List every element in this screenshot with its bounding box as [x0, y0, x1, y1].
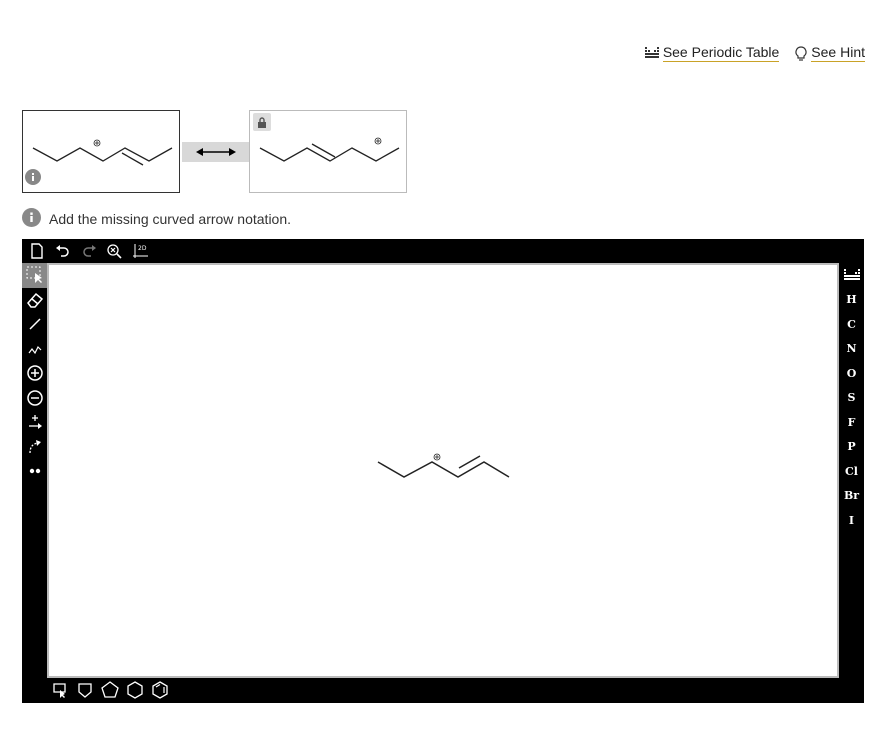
atom-s[interactable]: S — [839, 386, 864, 411]
redo-icon[interactable] — [79, 241, 99, 261]
lock-icon — [253, 113, 271, 131]
top-links: See Periodic Table See Hint — [644, 44, 865, 62]
resonance-structure-2 — [249, 110, 407, 193]
atom-o[interactable]: O — [839, 361, 864, 386]
undo-icon[interactable] — [53, 241, 73, 261]
double-headed-arrow-icon — [196, 148, 236, 156]
cyclopentane-icon[interactable] — [100, 680, 120, 700]
chain-icon[interactable] — [22, 337, 47, 362]
hint-link[interactable]: See Hint — [795, 44, 865, 62]
single-bond-icon[interactable] — [22, 312, 47, 337]
lone-pair-icon[interactable] — [22, 459, 47, 484]
atom-f[interactable]: F — [839, 410, 864, 435]
atom-n[interactable]: N — [839, 337, 864, 362]
atom-cl[interactable]: Cl — [839, 459, 864, 484]
editor-atom-toolbar: H C N O S F P Cl Br I — [839, 263, 864, 533]
periodic-table-icon — [644, 47, 659, 59]
editor-template-toolbar — [50, 679, 170, 701]
atom-c[interactable]: C — [839, 312, 864, 337]
positive-charge-icon[interactable] — [22, 361, 47, 386]
atom-br[interactable]: Br — [839, 484, 864, 509]
cyclobutane-icon[interactable] — [75, 680, 95, 700]
atom-i[interactable]: I — [839, 508, 864, 533]
periodic-table-label: See Periodic Table — [662, 44, 780, 62]
select-icon[interactable] — [22, 263, 47, 288]
molecule-drawing-2 — [259, 137, 400, 162]
svg-text:2D: 2D — [138, 245, 147, 252]
eraser-icon[interactable] — [22, 288, 47, 313]
canvas-molecule — [377, 453, 510, 478]
molecule-editor: 2D H C N O S F P Cl Br I — [22, 239, 864, 703]
drawing-canvas[interactable] — [47, 263, 839, 678]
curved-arrow-icon[interactable] — [22, 435, 47, 460]
editor-left-toolbar — [22, 263, 47, 484]
hint-label: See Hint — [811, 44, 865, 62]
info-icon — [22, 208, 41, 230]
new-document-icon[interactable] — [27, 241, 47, 261]
cyclohexane-icon[interactable] — [125, 680, 145, 700]
lightbulb-icon — [795, 45, 807, 61]
periodic-table-link[interactable]: See Periodic Table — [644, 44, 780, 62]
atom-h[interactable]: H — [839, 288, 864, 313]
resonance-structure-1[interactable] — [22, 110, 180, 193]
template-icon[interactable] — [50, 680, 70, 700]
instruction-text: Add the missing curved arrow notation. — [49, 211, 292, 227]
resonance-arrow — [182, 142, 250, 162]
clean-2d-icon[interactable]: 2D — [131, 241, 151, 261]
zoom-clear-icon[interactable] — [105, 241, 125, 261]
negative-charge-icon[interactable] — [22, 386, 47, 411]
info-icon[interactable] — [25, 169, 41, 190]
atom-p[interactable]: P — [839, 435, 864, 460]
reaction-arrow-icon[interactable] — [22, 410, 47, 435]
editor-top-toolbar: 2D — [22, 239, 864, 263]
instruction-row: Add the missing curved arrow notation. — [22, 208, 291, 230]
molecule-drawing-1 — [32, 139, 173, 166]
periodic-table-icon[interactable] — [839, 263, 864, 288]
benzene-icon[interactable] — [150, 680, 170, 700]
